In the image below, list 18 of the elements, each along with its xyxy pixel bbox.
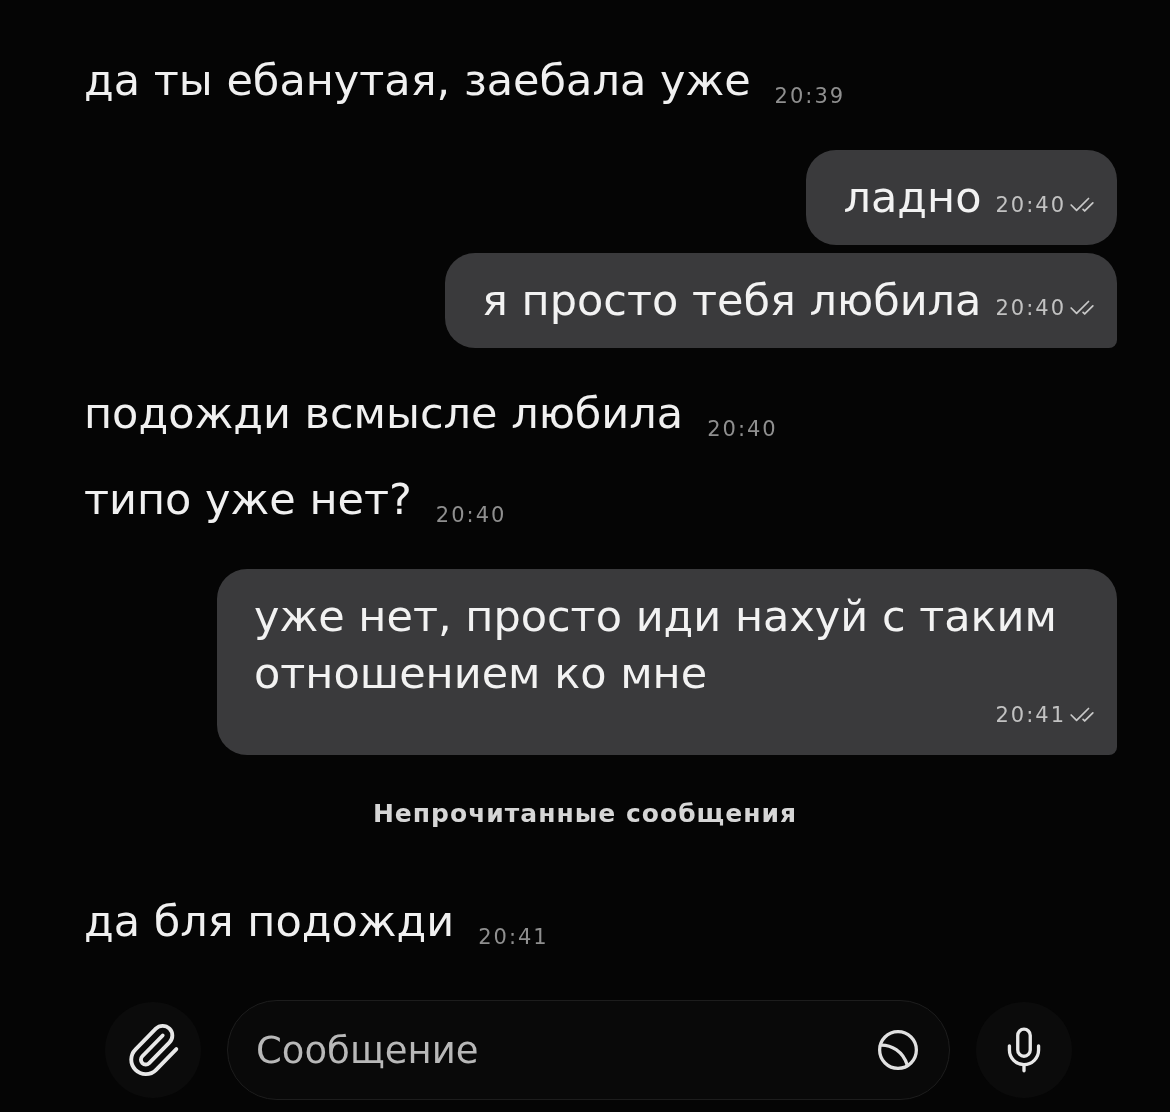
message-field[interactable]: Сообщение [227, 1000, 950, 1100]
message-text: да ты ебанутая, заебала уже [84, 55, 751, 105]
message-text: ладно [843, 171, 982, 224]
sticker-button[interactable] [878, 1030, 918, 1070]
message-time: 20:41 [478, 927, 549, 948]
message-text: типо уже нет? [84, 474, 412, 524]
message-text: подожди всмысле любила [84, 388, 684, 438]
message-time: 20:40 [995, 297, 1066, 319]
message-text: я просто тебя любила [482, 274, 982, 327]
message-time: 20:40 [995, 194, 1066, 216]
message-time: 20:40 [707, 419, 778, 440]
message-time: 20:39 [774, 86, 846, 107]
sticker-icon [878, 1030, 918, 1070]
message-text: да бля подожди [84, 896, 455, 946]
message-time: 20:41 [995, 704, 1066, 726]
message-time: 20:40 [435, 505, 507, 526]
message-text: уже нет, просто иди нахуй с таким отношением ко мне [254, 590, 1058, 700]
unread-divider: Непрочитанные сообщения [372, 798, 798, 831]
